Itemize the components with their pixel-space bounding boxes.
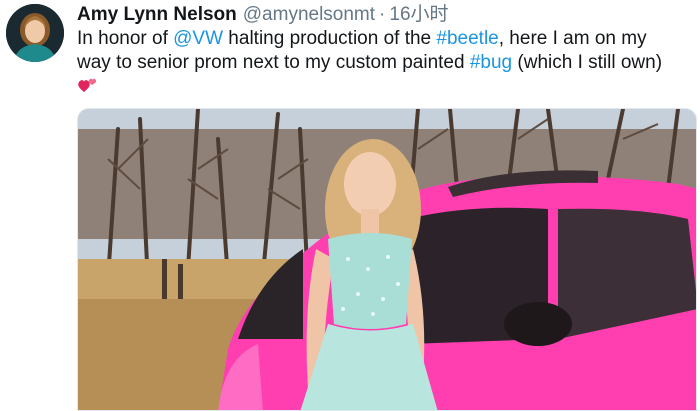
heart-icon bbox=[77, 76, 99, 94]
text-segment: halting production of the bbox=[223, 28, 437, 49]
hashtag-link[interactable]: #beetle bbox=[436, 28, 498, 49]
text-segment: , here I am on my bbox=[498, 28, 647, 49]
avatar[interactable] bbox=[6, 4, 64, 62]
tweet-header: Amy Lynn Nelson @amynelsonmt · 16小时 bbox=[77, 3, 449, 27]
tweet-timestamp[interactable]: 16小时 bbox=[389, 3, 448, 27]
text-segment: In honor of bbox=[77, 28, 174, 49]
separator-dot: · bbox=[379, 4, 386, 25]
text-segment: way to senior prom next to my custom pai… bbox=[77, 52, 470, 73]
tweet-text-line: In honor of @VW halting production of th… bbox=[77, 27, 697, 51]
mention-link[interactable]: @VW bbox=[173, 28, 223, 49]
tweet-text: In honor of @VW halting production of th… bbox=[77, 27, 697, 99]
tweet-text-line bbox=[77, 75, 697, 99]
text-segment: (which I still own) bbox=[512, 52, 663, 73]
tweet-photo[interactable] bbox=[77, 108, 697, 411]
tweet[interactable]: Amy Lynn Nelson @amynelsonmt · 16小时 In h… bbox=[0, 0, 700, 411]
tweet-text-line: way to senior prom next to my custom pai… bbox=[77, 51, 697, 75]
author-handle[interactable]: @amynelsonmt bbox=[243, 3, 375, 27]
hashtag-link[interactable]: #bug bbox=[470, 52, 512, 73]
author-name[interactable]: Amy Lynn Nelson bbox=[77, 3, 237, 27]
